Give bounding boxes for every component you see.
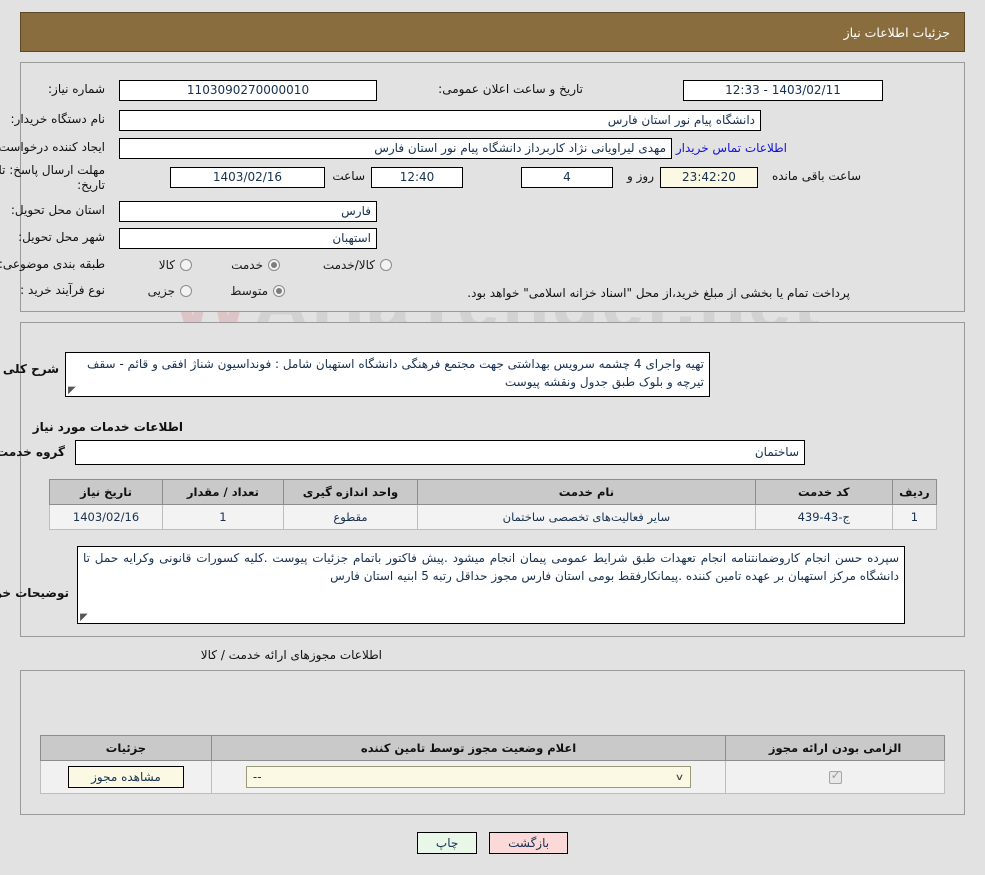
cell-quantity: 1 — [162, 504, 284, 530]
radio-icon-khedmat[interactable] — [268, 259, 280, 271]
col-service-code: کد خدمت — [754, 479, 893, 505]
treasury-note: پرداخت تمام یا بخشی از مبلغ خرید،از محل … — [467, 286, 850, 300]
view-permit-button[interactable]: مشاهده مجوز — [68, 766, 184, 788]
permit-status-value: -- — [252, 770, 262, 784]
service-group-value: ساختمان — [75, 440, 805, 465]
process-option-jozii[interactable]: جزیی — [148, 284, 192, 298]
cell-permit-status: ∨ -- — [210, 760, 727, 794]
creator-label: ایجاد کننده درخواست: — [0, 140, 105, 154]
print-button[interactable]: چاپ — [416, 832, 478, 854]
page-title-bar: جزئیات اطلاعات نیاز — [20, 12, 965, 52]
col-radif: ردیف — [891, 479, 938, 505]
service-group-label: گروه خدمت: — [0, 445, 65, 459]
need-number-label: شماره نیاز: — [48, 82, 105, 96]
deadline-label-row: مهلت ارسال پاسخ: تا تاریخ: — [0, 163, 105, 193]
announce-label: تاریخ و ساعت اعلان عمومی: — [438, 82, 583, 96]
need-number-label-row: شماره نیاز: — [48, 82, 105, 96]
remaining-days-value: 4 — [521, 167, 613, 188]
description-label: شرح کلی نیاز: — [0, 362, 59, 376]
category-option-kala-khedmat[interactable]: کالا/خدمت — [323, 258, 392, 272]
cell-unit: مقطوع — [282, 504, 419, 530]
radio-icon-jozii[interactable] — [180, 285, 192, 297]
creator-label-row: ایجاد کننده درخواست: — [0, 140, 105, 154]
city-value: استهبان — [119, 228, 377, 249]
process-option-motevaset[interactable]: متوسط — [230, 284, 285, 298]
radio-icon-kala-khedmat[interactable] — [380, 259, 392, 271]
permits-table-header-row: الزامی بودن ارائه مجوز اعلام وضعیت مجوز … — [40, 735, 945, 761]
radio-icon-motevaset[interactable] — [273, 285, 285, 297]
category-label-row: طبقه بندی موضوعی: — [0, 257, 105, 271]
deadline-label: مهلت ارسال پاسخ: تا تاریخ: — [0, 163, 105, 192]
services-section-title: اطلاعات خدمات مورد نیاز — [32, 420, 183, 434]
cell-need-date: 1403/02/16 — [48, 504, 164, 530]
deadline-time-value: 12:40 — [371, 167, 463, 188]
buyer-notes-label: توضیحات خریدار: — [0, 586, 69, 600]
hour-label: ساعت — [332, 169, 365, 183]
countdown-value: 23:42:20 — [660, 167, 758, 188]
process-option-jozii-label: جزیی — [147, 284, 175, 298]
radio-icon-kala[interactable] — [180, 259, 192, 271]
cell-service-name: سایر فعالیت‌های تخصصی ساختمان — [417, 504, 756, 530]
col-unit: واحد اندازه گیری — [282, 479, 419, 505]
resize-grip-icon[interactable]: ◥ — [68, 385, 78, 396]
footer-buttons: بازگشت چاپ — [0, 832, 985, 854]
category-option-kala[interactable]: کالا — [159, 258, 192, 272]
back-button[interactable]: بازگشت — [489, 832, 569, 854]
announce-label-row: تاریخ و ساعت اعلان عمومی: — [438, 82, 583, 96]
chevron-down-icon: ∨ — [674, 771, 685, 783]
description-value: تهیه واجرای 4 چشمه سرویس بهداشتی جهت مجت… — [87, 357, 704, 389]
col-need-date: تاریخ نیاز — [48, 479, 164, 505]
permits-table: الزامی بودن ارائه مجوز اعلام وضعیت مجوز … — [40, 735, 945, 794]
days-word-label: روز و — [627, 169, 654, 183]
table-row: 1 ج-43-439 سایر فعالیت‌های تخصصی ساختمان… — [48, 504, 938, 530]
buyer-notes-value: سپرده حسن انجام کاروضمانتنامه انجام تعهد… — [83, 551, 899, 583]
buyer-notes-box: سپرده حسن انجام کاروضمانتنامه انجام تعهد… — [77, 546, 905, 624]
deadline-date-value: 1403/02/16 — [170, 167, 325, 188]
permit-required-checkbox-icon — [828, 769, 842, 784]
creator-value: مهدی لیراویانی نژاد کاربرداز دانشگاه پیا… — [119, 138, 672, 159]
cell-radif: 1 — [891, 504, 938, 530]
category-option-kala-label: کالا — [158, 258, 175, 272]
col-quantity: تعداد / مقدار — [162, 479, 284, 505]
buyer-contact-link[interactable]: اطلاعات تماس خریدار — [676, 141, 787, 155]
services-table-header-row: ردیف کد خدمت نام خدمت واحد اندازه گیری ت… — [48, 479, 938, 505]
category-option-khedmat-label: خدمت — [231, 258, 263, 272]
remaining-label: ساعت باقی مانده — [771, 169, 861, 183]
page-title: جزئیات اطلاعات نیاز — [843, 25, 950, 40]
resize-grip-icon-notes[interactable]: ◥ — [80, 612, 90, 623]
city-label-row: شهر محل تحویل: — [18, 230, 105, 244]
col-permit-details: جزئیات — [40, 735, 212, 761]
buyer-org-value: دانشگاه پیام نور استان فارس — [119, 110, 761, 131]
buyer-org-label-row: نام دستگاه خریدار: — [11, 112, 106, 126]
category-option-kala-khedmat-label: کالا/خدمت — [322, 258, 375, 272]
col-permit-required: الزامی بودن ارائه مجوز — [725, 735, 945, 761]
services-table: ردیف کد خدمت نام خدمت واحد اندازه گیری ت… — [48, 479, 938, 530]
announce-value: 1403/02/11 - 12:33 — [683, 80, 883, 101]
permits-section-title: اطلاعات مجوزهای ارائه خدمت / کالا — [200, 648, 382, 662]
process-label-row: نوع فرآیند خرید : — [20, 283, 105, 297]
table-row: ∨ -- مشاهده مجوز — [40, 760, 945, 794]
province-value: فارس — [119, 201, 377, 222]
process-label: نوع فرآیند خرید : — [20, 283, 105, 297]
cell-permit-details: مشاهده مجوز — [40, 760, 212, 794]
col-service-name: نام خدمت — [417, 479, 756, 505]
category-option-khedmat[interactable]: خدمت — [231, 258, 280, 272]
city-label: شهر محل تحویل: — [18, 230, 105, 244]
process-option-motevaset-label: متوسط — [230, 284, 268, 298]
cell-service-code: ج-43-439 — [754, 504, 893, 530]
col-permit-status: اعلام وضعیت مجوز توسط تامین کننده — [210, 735, 727, 761]
need-number-value: 1103090270000010 — [119, 80, 377, 101]
category-label: طبقه بندی موضوعی: — [0, 257, 105, 271]
cell-permit-required — [725, 760, 945, 794]
province-label-row: استان محل تحویل: — [11, 203, 105, 217]
permit-status-select[interactable]: ∨ -- — [245, 766, 692, 788]
buyer-org-label: نام دستگاه خریدار: — [10, 112, 106, 126]
description-value-box: تهیه واجرای 4 چشمه سرویس بهداشتی جهت مجت… — [65, 352, 710, 397]
province-label: استان محل تحویل: — [10, 203, 105, 217]
